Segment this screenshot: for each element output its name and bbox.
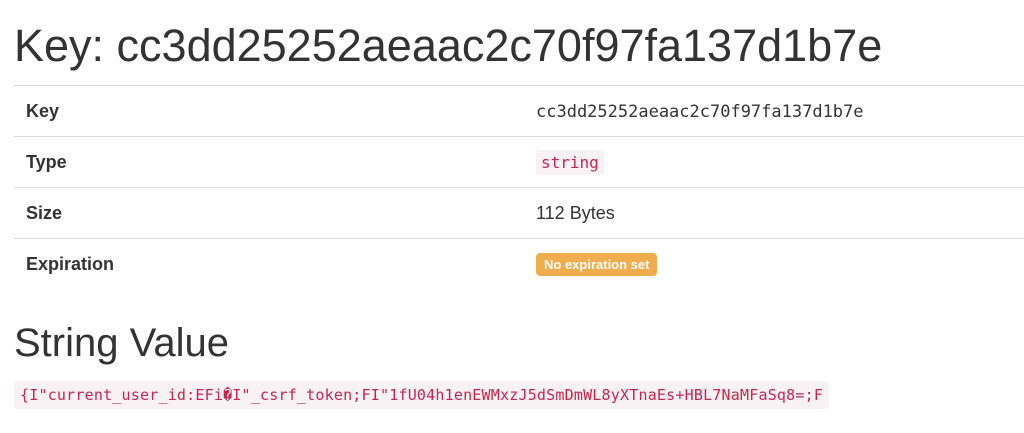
- key-label: Key: [14, 85, 524, 137]
- page-title: Key: cc3dd25252aeaac2c70f97fa137d1b7e: [14, 20, 883, 71]
- key-value: cc3dd25252aeaac2c70f97fa137d1b7e: [536, 101, 864, 122]
- expiration-badge: No expiration set: [536, 252, 658, 276]
- table-row: Expiration No expiration set: [14, 238, 1024, 289]
- key-detail-page: Key: cc3dd25252aeaac2c70f97fa137d1b7e Ke…: [0, 0, 1024, 433]
- expiration-value-cell: No expiration set: [524, 238, 1024, 289]
- key-value-cell: cc3dd25252aeaac2c70f97fa137d1b7e: [524, 85, 1024, 137]
- expiration-label: Expiration: [14, 238, 524, 289]
- table-row: Key cc3dd25252aeaac2c70f97fa137d1b7e: [14, 85, 1024, 137]
- string-value-content: {I"current_user_id:EFi�I"_csrf_token;FI"…: [14, 381, 830, 409]
- type-label: Type: [14, 136, 524, 188]
- table-row: Size 112 Bytes: [14, 187, 1024, 239]
- table-row: Type string: [14, 136, 1024, 188]
- key-properties-table: Key cc3dd25252aeaac2c70f97fa137d1b7e Typ…: [14, 85, 1024, 289]
- string-value-heading: String Value: [14, 321, 229, 365]
- size-value: 112 Bytes: [524, 187, 1024, 239]
- size-label: Size: [14, 187, 524, 239]
- type-value: string: [536, 149, 604, 175]
- type-value-cell: string: [524, 136, 1024, 188]
